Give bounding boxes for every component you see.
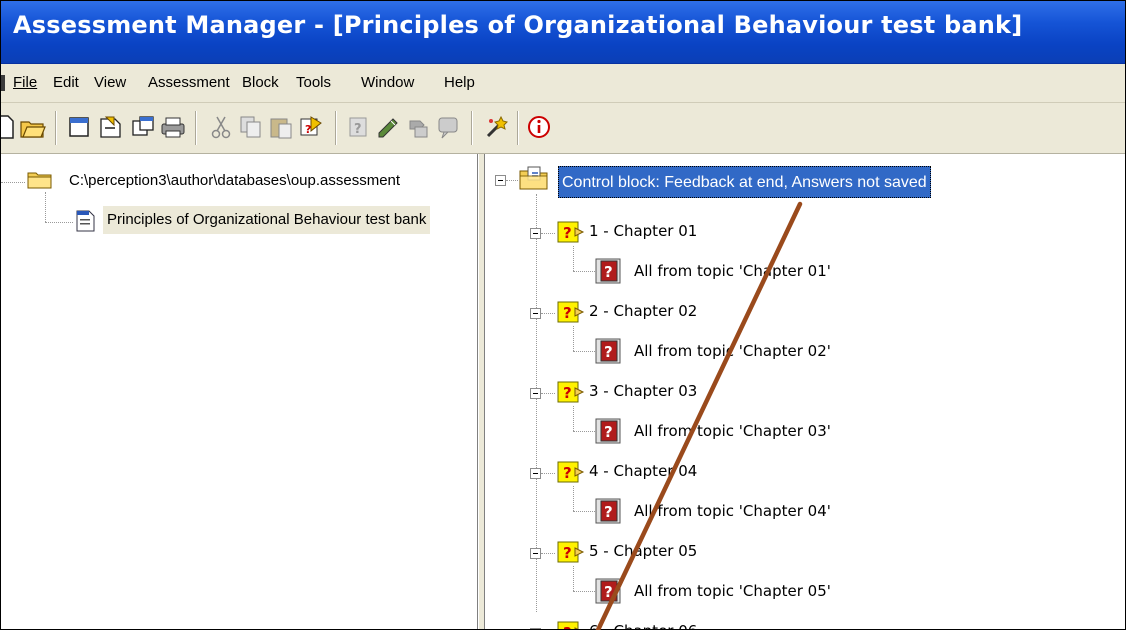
insert-question-icon[interactable]: ? [297, 113, 325, 141]
topic-selection-icon: ? [595, 338, 621, 364]
svg-text:?: ? [305, 123, 311, 136]
topic-selection-icon: ? [595, 498, 621, 524]
edit-question-icon[interactable] [375, 113, 403, 141]
question-block-icon: ? [557, 300, 585, 324]
question-block-icon: ? [557, 380, 585, 404]
menu-tools[interactable]: Tools [296, 74, 331, 91]
topic-selection-node-3[interactable]: All from topic 'Chapter 03' [634, 422, 831, 440]
wizard-icon[interactable] [483, 113, 511, 141]
menu-bar: File Edit View Assessment Block Tools Wi… [1, 64, 1125, 103]
paste-icon[interactable] [267, 113, 295, 141]
topic-selection-icon: ? [595, 258, 621, 284]
topic-selection-node-5[interactable]: All from topic 'Chapter 05' [634, 582, 831, 600]
test-bank-item[interactable]: Principles of Organizational Behaviour t… [103, 206, 431, 234]
folder-icon [27, 168, 53, 190]
expander-chapter-5[interactable] [530, 548, 541, 559]
svg-text:?: ? [563, 464, 572, 482]
copy-window-icon[interactable] [129, 113, 157, 141]
app-window: Assessment Manager - [Principles of Orga… [0, 0, 1126, 630]
expander-chapter-4[interactable] [530, 468, 541, 479]
svg-text:?: ? [563, 224, 572, 242]
topic-selection-node-2[interactable]: All from topic 'Chapter 02' [634, 342, 831, 360]
menu-assessment[interactable]: Assessment [148, 74, 230, 91]
system-menu-icon[interactable] [1, 75, 5, 91]
chapter-node-6[interactable]: 6 - Chapter 06 [589, 622, 697, 629]
control-block-icon [519, 165, 549, 191]
svg-text:?: ? [604, 583, 613, 601]
svg-text:?: ? [604, 263, 613, 281]
expander-chapter-2[interactable] [530, 308, 541, 319]
svg-text:?: ? [563, 624, 572, 630]
expander-chapter-3[interactable] [530, 388, 541, 399]
question-block-icon: ? [557, 540, 585, 564]
document-icon [73, 209, 97, 233]
window-title: Assessment Manager - [Principles of Orga… [13, 11, 1023, 39]
topic-selection-node-1[interactable]: All from topic 'Chapter 01' [634, 262, 831, 280]
question-block-icon: ? [557, 620, 585, 630]
properties-icon[interactable] [97, 113, 125, 141]
print-icon[interactable] [159, 113, 187, 141]
menu-block[interactable]: Block [242, 74, 279, 91]
svg-text:?: ? [354, 122, 362, 137]
svg-text:?: ? [563, 544, 572, 562]
topic-selection-icon: ? [595, 578, 621, 604]
menu-edit[interactable]: Edit [53, 74, 79, 91]
question-block-icon: ? [557, 460, 585, 484]
chapter-node-1[interactable]: 1 - Chapter 01 [589, 222, 697, 240]
database-path[interactable]: C:\perception3\author\databases\oup.asse… [69, 172, 400, 189]
cut-icon[interactable] [207, 113, 235, 141]
svg-text:?: ? [563, 304, 572, 322]
new-block-icon[interactable] [65, 113, 93, 141]
menu-help[interactable]: Help [444, 74, 475, 91]
svg-text:?: ? [604, 343, 613, 361]
topic-selection-icon: ? [595, 418, 621, 444]
menu-view[interactable]: View [94, 74, 126, 91]
feedback-icon[interactable] [435, 113, 463, 141]
chapter-node-4[interactable]: 4 - Chapter 04 [589, 462, 697, 480]
menu-window[interactable]: Window [361, 74, 414, 91]
expander-chapter-1[interactable] [530, 228, 541, 239]
info-icon[interactable] [525, 113, 553, 141]
toolbar: ? ? [1, 103, 1125, 154]
chapter-node-2[interactable]: 2 - Chapter 02 [589, 302, 697, 320]
open-folder-icon[interactable] [19, 113, 47, 141]
question-block-icon[interactable]: ? [345, 113, 373, 141]
chapter-node-3[interactable]: 3 - Chapter 03 [589, 382, 697, 400]
svg-text:?: ? [604, 423, 613, 441]
question-block-icon: ? [557, 220, 585, 244]
new-document-icon[interactable] [1, 113, 19, 141]
copy-icon[interactable] [237, 113, 265, 141]
menu-file[interactable]: File [13, 74, 37, 91]
title-bar[interactable]: Assessment Manager - [Principles of Orga… [1, 1, 1125, 64]
svg-text:?: ? [563, 384, 572, 402]
topic-selection-node-4[interactable]: All from topic 'Chapter 04' [634, 502, 831, 520]
svg-text:?: ? [604, 503, 613, 521]
jump-icon[interactable] [405, 113, 433, 141]
expander-control-block[interactable] [495, 175, 506, 186]
control-block-node[interactable]: Control block: Feedback at end, Answers … [558, 166, 931, 198]
chapter-node-5[interactable]: 5 - Chapter 05 [589, 542, 697, 560]
